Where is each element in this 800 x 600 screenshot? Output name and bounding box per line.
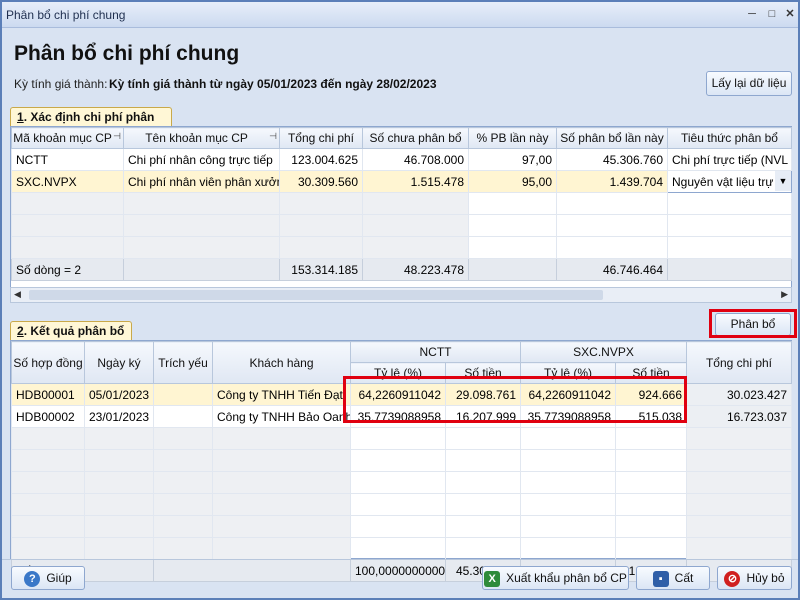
maximize-icon[interactable]: □ [764,7,780,21]
chevron-down-icon[interactable]: ▼ [775,171,791,191]
col-group-header[interactable]: NCTT [350,341,521,363]
cell-percent[interactable]: 97,00 [468,148,557,171]
allocation-result-grid: Số hợp đồng Ngày ký Trích yếu Khách hàng… [10,340,792,582]
sum-allocated: 46.746.464 [556,258,668,281]
reload-data-button[interactable]: Lấy lại dữ liệu [706,71,792,96]
col-header[interactable]: Số chưa phân bổ [362,127,469,149]
pin-icon[interactable]: ⊣ [269,131,277,142]
cancel-icon: ⊘ [724,570,741,587]
scroll-thumb[interactable] [29,290,603,300]
scroll-left-icon[interactable]: ◀ [14,289,21,300]
section1-tab-number: 1 [17,110,24,124]
sum-ratio: 100,0000000000 [350,559,446,582]
save-button[interactable]: ▪ Cất [636,566,710,590]
table-header-row: Số hợp đồng Ngày ký Trích yếu Khách hàng… [11,341,792,384]
cell-unallocated[interactable]: 46.708.000 [362,148,469,171]
cell-total[interactable]: 30.309.560 [279,170,363,193]
excel-icon: X [484,570,501,587]
cell-allocated[interactable]: 45.306.760 [556,148,668,171]
cell-unallocated[interactable]: 1.515.478 [362,170,469,193]
section2-tab[interactable]: 2. Kết quả phân bổ [10,321,132,341]
empty-row [11,214,792,237]
empty-row [11,537,792,560]
table-header-row: Mã khoản mục CP ⊣ Tên khoản mục CP ⊣ Tổng … [11,127,792,149]
cancel-button[interactable]: ⊘ Hủy bỏ [717,566,792,590]
scroll-right-icon[interactable]: ▶ [781,289,788,300]
cancel-label: Hủy bỏ [746,571,785,585]
cell-total[interactable]: 123.004.625 [279,148,363,171]
section2-tab-text: . Kết quả phân bổ [23,324,125,338]
sum-unallocated: 48.223.478 [362,258,469,281]
section2-tab-number: 2 [17,324,24,338]
cell-name[interactable]: Chi phí nhân viên phân xưởn [123,170,280,193]
save-icon: ▪ [652,570,669,587]
col-header[interactable]: Khách hàng [212,341,351,384]
export-button[interactable]: X Xuất khẩu phân bổ CP [482,566,629,590]
col-header[interactable]: Tiêu thức phân bổ [667,127,792,149]
close-icon[interactable]: ✕ [782,7,798,21]
cell-contract[interactable]: HDB00001 [11,383,85,406]
empty-row [11,192,792,215]
table-row[interactable]: SXC.NVPX Chi phí nhân viên phân xưởn 30.… [11,170,792,193]
col-header[interactable]: Tổng chi phí [279,127,363,149]
cell-date[interactable]: 05/01/2023 [84,383,154,406]
title-bar: Phân bổ chi phí chung ─ □ ✕ [2,2,798,28]
period-value: Kỳ tính giá thành từ ngày 05/01/2023 đến… [109,77,437,91]
cell-summary[interactable] [153,405,213,428]
horizontal-scrollbar[interactable]: ◀ ▶ [10,287,792,303]
footer-divider [2,559,798,560]
cell-total[interactable]: 30.023.427 [686,383,792,406]
criteria-dropdown[interactable]: Nguyên vật liệu trự ▼ [667,170,792,193]
col-header[interactable]: Tên khoản mục CP ⊣ [123,127,280,149]
highlight-box [343,376,687,423]
col-header[interactable]: % PB lần này [468,127,557,149]
help-label: Giúp [46,571,72,585]
empty-row [11,427,792,450]
col-header[interactable]: Số hợp đồng [11,341,85,384]
col-header[interactable]: Tổng chi phí [686,341,792,384]
window-title: Phân bổ chi phí chung [6,8,126,22]
dialog-window: Phân bổ chi phí chung ─ □ ✕ Phân bổ chi … [0,0,800,600]
empty-row [11,471,792,494]
sum-total: 153.314.185 [279,258,363,281]
col-group-header[interactable]: SXC.NVPX [520,341,687,363]
cost-allocation-grid: Mã khoản mục CP ⊣ Tên khoản mục CP ⊣ Tổng … [10,126,792,288]
minimize-icon[interactable]: ─ [744,7,760,21]
export-label: Xuất khẩu phân bổ CP [506,571,627,585]
cell-date[interactable]: 23/01/2023 [84,405,154,428]
section1-tab[interactable]: 1. Xác định chi phí phân bổ [10,107,172,143]
summary-row: Số dòng = 2 153.314.185 48.223.478 46.74… [11,258,792,281]
cell-summary[interactable] [153,383,213,406]
cell-name[interactable]: Chi phí nhân công trực tiếp [123,148,280,171]
col-header[interactable]: Trích yếu [153,341,213,384]
cell-percent[interactable]: 95,00 [468,170,557,193]
pin-icon[interactable]: ⊣ [113,131,121,142]
col-header[interactable]: Mã khoản mục CP ⊣ [11,127,124,149]
cell-contract[interactable]: HDB00002 [11,405,85,428]
cell-code[interactable]: SXC.NVPX [11,170,124,193]
cell-total[interactable]: 16.723.037 [686,405,792,428]
highlight-box [709,309,797,338]
col-header[interactable]: Ngày ký [84,341,154,384]
help-icon: ? [24,570,41,587]
empty-row [11,493,792,516]
cell-customer[interactable]: Công ty TNHH Tiến Đạt [212,383,351,406]
table-row[interactable]: NCTT Chi phí nhân công trực tiếp 123.004… [11,148,792,171]
cell-customer[interactable]: Công ty TNHH Bảo Oanh [212,405,351,428]
empty-row [11,236,792,259]
row-count: Số dòng = 2 [11,258,124,281]
cell-criteria[interactable]: Chi phí trực tiếp (NVL [667,148,792,171]
cost-allocation-table: Mã khoản mục CP ⊣ Tên khoản mục CP ⊣ Tổng … [11,127,792,281]
page-title: Phân bổ chi phí chung [14,42,240,65]
period-label: Kỳ tính giá thành: [14,77,108,91]
col-header[interactable]: Số phân bổ lần này [556,127,668,149]
empty-row [11,515,792,538]
cell-allocated[interactable]: 1.439.704 [556,170,668,193]
empty-row [11,449,792,472]
help-button[interactable]: ? Giúp [11,566,85,590]
save-label: Cất [674,571,694,585]
cell-code[interactable]: NCTT [11,148,124,171]
